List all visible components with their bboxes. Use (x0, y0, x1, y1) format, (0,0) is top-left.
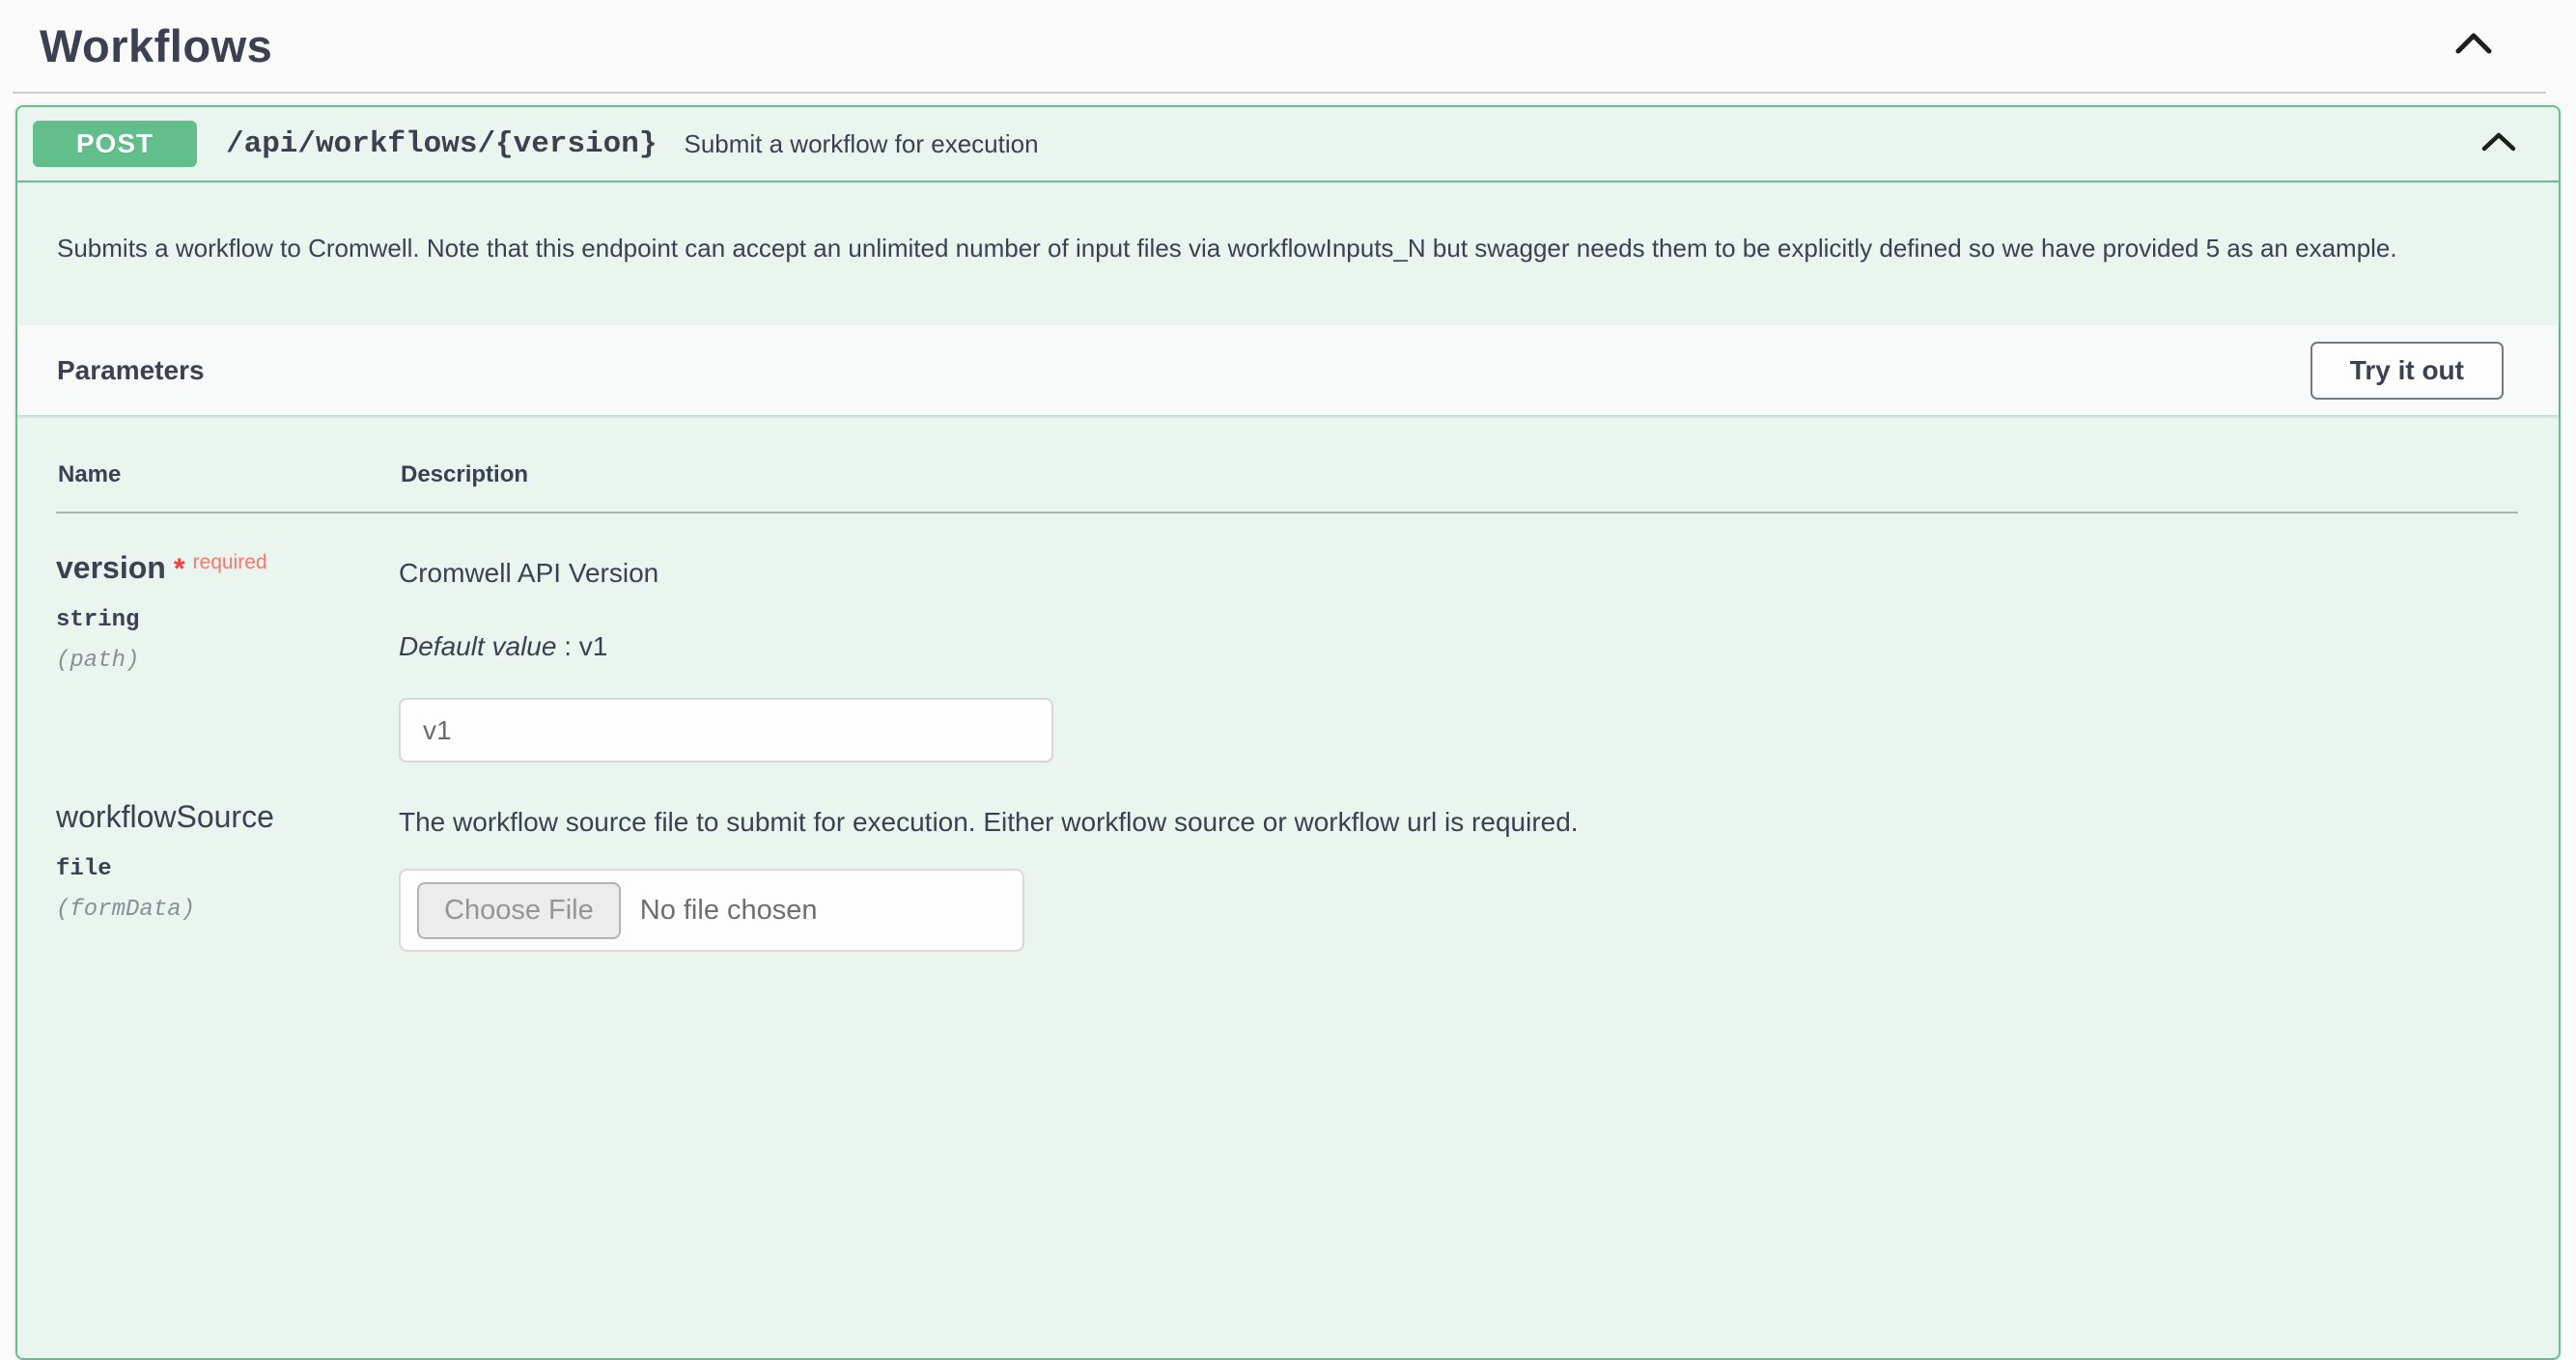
table-header-row: Name Description (56, 448, 2518, 513)
param-description: The workflow source file to submit for e… (399, 807, 1579, 837)
param-location: (path) (56, 648, 140, 674)
endpoint-collapse-chevron-icon[interactable] (2481, 131, 2516, 157)
workflows-section-header[interactable]: Workflows (13, 0, 2546, 94)
opblock-header[interactable]: POST /api/workflows/{version} Submit a w… (17, 107, 2559, 182)
http-method-badge: POST (33, 121, 197, 167)
column-header-description: Description (401, 461, 529, 487)
choose-file-button[interactable]: Choose File (417, 881, 621, 939)
table-row: version * required string (path) Cromwell … (56, 513, 2518, 763)
table-row: workflowSource file (formData) The workf… (56, 763, 2518, 952)
page-title: Workflows (40, 20, 273, 71)
parameters-table: Name Description version * required string… (17, 415, 2559, 952)
endpoint-path: /api/workflows/{version} (226, 126, 658, 161)
param-name-workflowsource: workflowSource (56, 799, 274, 834)
param-default-value-line: Default value : v1 (399, 631, 608, 661)
column-header-name: Name (58, 461, 122, 487)
endpoint-description: Submits a workflow to Cromwell. Note tha… (57, 234, 2397, 263)
param-name-version: version * required (56, 550, 267, 585)
parameters-section-header: Parameters Try it out (17, 325, 2559, 415)
opblock-post-workflows: POST /api/workflows/{version} Submit a w… (15, 105, 2561, 1360)
workflowsource-file-input[interactable]: Choose File No file chosen (399, 869, 1024, 952)
file-chosen-status: No file chosen (639, 894, 818, 926)
param-location: (formData) (56, 897, 196, 923)
param-type: string (56, 607, 140, 633)
param-description: Cromwell API Version (399, 558, 659, 588)
required-asterisk: * (173, 553, 185, 585)
param-type: file (56, 856, 112, 882)
required-label: required (192, 551, 267, 573)
try-it-out-button[interactable]: Try it out (2310, 341, 2504, 400)
version-input[interactable] (399, 698, 1053, 763)
endpoint-summary: Submit a workflow for execution (684, 128, 1039, 158)
section-collapse-chevron-icon[interactable] (2454, 31, 2493, 61)
parameters-title: Parameters (57, 354, 205, 385)
